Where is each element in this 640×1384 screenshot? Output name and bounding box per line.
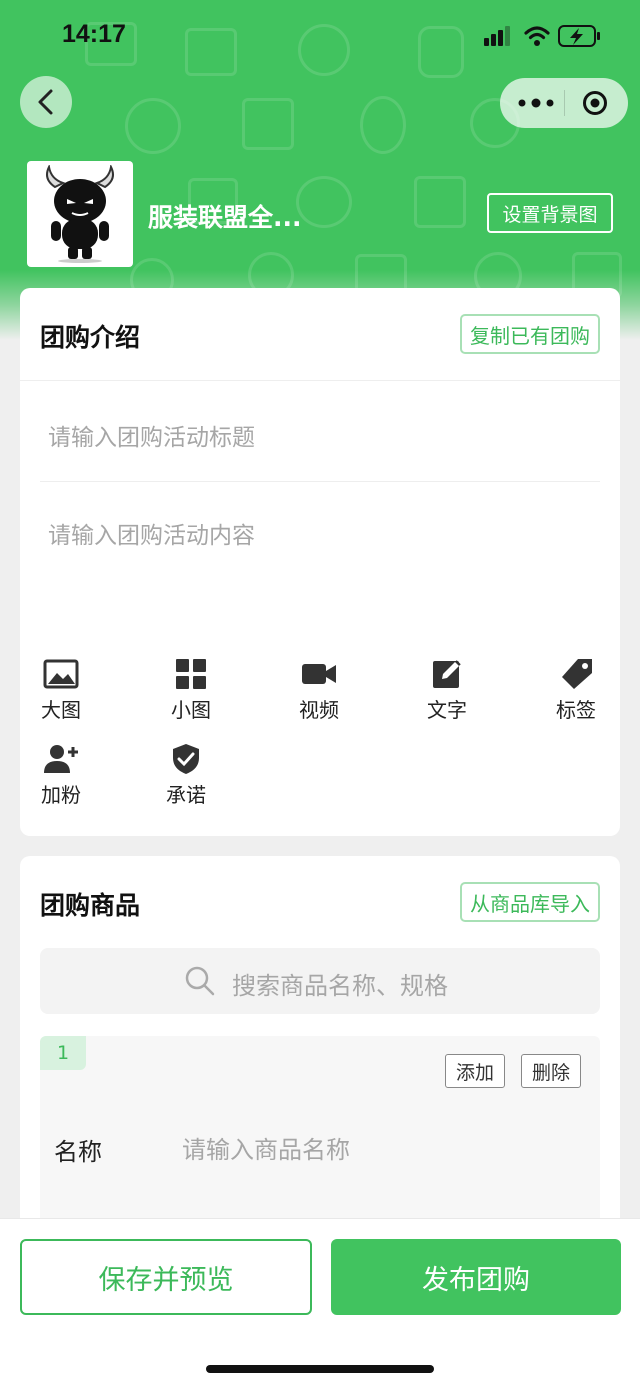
item-index-badge: 1 [40,1036,86,1070]
tool-label: 加粉 [41,783,81,807]
add-item-button[interactable]: 添加 [445,1054,505,1088]
mini-program-capsule [500,78,628,128]
search-placeholder: 搜索商品名称、规格 [232,972,448,1000]
tool-video[interactable]: 视频 [274,658,364,728]
target-icon[interactable] [582,90,608,116]
publish-button[interactable]: 发布团购 [331,1239,621,1315]
capsule-divider [564,90,565,116]
decor-shape [414,176,466,228]
battery-icon [558,25,600,47]
divider [40,481,600,482]
intro-title: 团购介绍 [40,323,141,352]
status-icons [484,25,600,47]
set-background-button[interactable]: 设置背景图 [487,193,613,233]
home-indicator [206,1365,434,1373]
tool-label: 大图 [41,698,81,722]
copy-group-buy-button[interactable]: 复制已有团购 [460,314,600,354]
activity-title-input[interactable]: 请输入团购活动标题 [48,418,255,452]
tool-text[interactable]: 文字 [402,658,492,728]
tool-label: 文字 [427,698,467,722]
products-title: 团购商品 [40,891,141,920]
item-name-label: 名称 [54,1138,102,1166]
decor-shape [185,28,237,76]
back-button[interactable] [20,76,72,128]
delete-item-button[interactable]: 删除 [521,1054,581,1088]
activity-content-input[interactable]: 请输入团购活动内容 [48,516,255,550]
video-icon [302,664,336,684]
status-time: 14:17 [62,20,126,48]
products-card: 团购商品 从商品库导入 搜索商品名称、规格 1 添加 删除 名称 请输入商品名称 [20,856,620,1256]
tool-large-image[interactable]: 大图 [16,658,106,728]
tool-small-image[interactable]: 小图 [146,658,236,728]
mascot-logo [46,165,114,263]
wifi-icon [524,26,550,46]
tool-label: 视频 [299,698,339,722]
footer-bar: 保存并预览 发布团购 [0,1218,640,1384]
shop-name: 服装联盟全... [148,203,302,232]
item-name-input[interactable]: 请输入商品名称 [182,1130,350,1165]
decor-shape [296,176,352,228]
decor-shape [360,96,406,154]
divider [20,380,620,381]
decor-shape [418,26,464,78]
save-preview-button[interactable]: 保存并预览 [20,1239,312,1315]
search-icon [185,966,215,996]
tool-label: 标签 [556,698,596,722]
decor-shape [125,98,181,154]
edit-icon [433,660,461,688]
signal-icon [484,26,510,46]
decor-shape [242,98,294,150]
grid-icon [176,659,206,689]
chevron-left-icon [38,89,53,115]
shop-avatar[interactable] [27,161,133,267]
tool-tag[interactable]: 标签 [531,658,621,728]
import-from-library-button[interactable]: 从商品库导入 [460,882,600,922]
image-icon [43,659,79,689]
tool-promise[interactable]: 承诺 [141,743,231,813]
tool-add-fans[interactable]: 加粉 [16,743,106,813]
more-dots-icon[interactable] [516,94,556,112]
add-user-icon [44,745,78,773]
intro-card: 团购介绍 复制已有团购 请输入团购活动标题 请输入团购活动内容 大图 小图 视频 [20,288,620,836]
tool-label: 承诺 [166,783,206,807]
tag-icon [562,659,592,689]
shield-check-icon [173,744,199,774]
product-search-input[interactable]: 搜索商品名称、规格 [40,948,600,1014]
decor-shape [298,24,350,76]
tool-label: 小图 [171,698,211,722]
